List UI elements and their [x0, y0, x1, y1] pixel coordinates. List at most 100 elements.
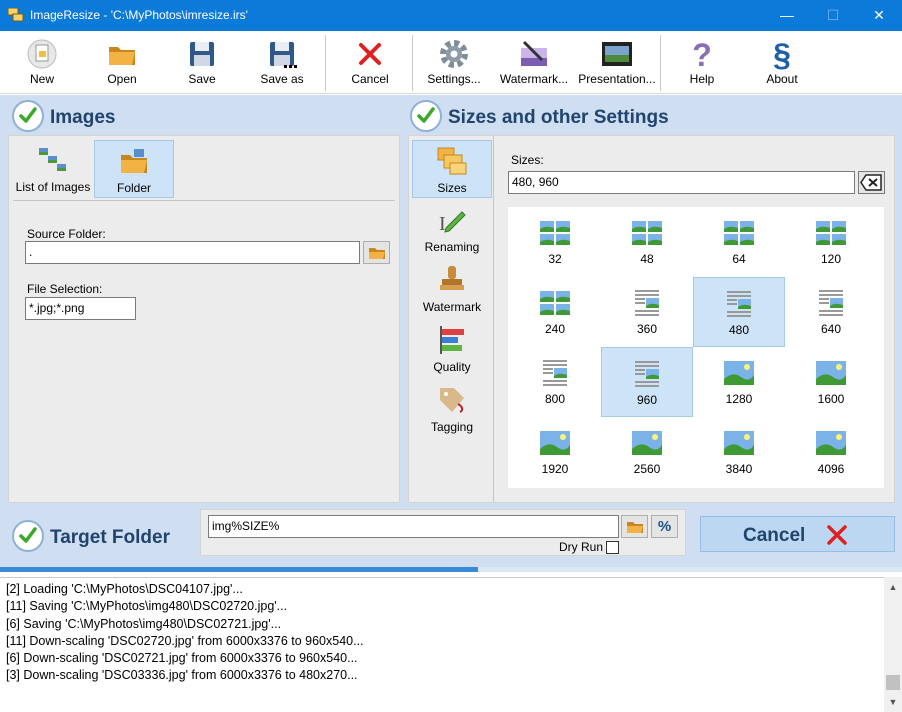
landscape-photo-icon	[815, 429, 847, 457]
open-button[interactable]: Open	[82, 31, 162, 93]
size-option-3840[interactable]: 3840	[693, 417, 785, 487]
size-option-32[interactable]: 32	[509, 207, 601, 277]
size-option-1920[interactable]: 1920	[509, 417, 601, 487]
image-grid-icon	[723, 219, 755, 247]
maximize-button[interactable]: ☐	[810, 0, 856, 31]
size-option-640[interactable]: 640	[785, 277, 877, 347]
about-button[interactable]: § About	[742, 31, 822, 93]
gear-icon	[438, 38, 470, 70]
size-option-label: 1280	[725, 392, 753, 406]
file-selection-label: File Selection:	[27, 282, 103, 296]
sizes-grid: 32 48 64 120 240 360 480 640 800 960 1280 1600 1920 2…	[508, 207, 884, 488]
close-button[interactable]: ✕	[856, 0, 902, 31]
document-image-icon	[631, 360, 663, 388]
svg-text:?: ?	[692, 38, 712, 70]
settings-button[interactable]: Settings...	[414, 31, 494, 93]
window-title: ImageResize - 'C:\MyPhotos\imresize.irs'	[30, 8, 248, 22]
minimize-button[interactable]: —	[764, 0, 810, 31]
tab-tagging-label: Tagging	[430, 420, 474, 434]
cancel-run-label: Cancel	[743, 525, 806, 546]
size-option-label: 2560	[633, 462, 661, 476]
cancel-toolbar-label: Cancel	[351, 72, 389, 86]
svg-text:§: §	[773, 38, 791, 70]
landscape-photo-icon	[723, 359, 755, 387]
dry-run-checkbox[interactable]	[606, 541, 619, 554]
toolbar-separator	[325, 35, 326, 91]
folder-images-icon	[118, 147, 150, 177]
save-as-button[interactable]: Save as	[242, 31, 322, 93]
size-option-240[interactable]: 240	[509, 277, 601, 347]
tab-list-of-images[interactable]: List of Images	[13, 140, 93, 198]
scroll-up-arrow-icon[interactable]: ▲	[884, 579, 902, 595]
browse-folder-button[interactable]	[363, 241, 390, 264]
cancel-toolbar-button[interactable]: Cancel	[330, 31, 410, 93]
toolbar-separator	[412, 35, 413, 91]
floppy-disk-icon	[186, 38, 218, 70]
save-button[interactable]: Save	[162, 31, 242, 93]
browse-target-button[interactable]	[621, 515, 648, 538]
size-option-800[interactable]: 800	[509, 347, 601, 417]
log-line: [11] Down-scaling 'DSC02720.jpg' from 60…	[6, 633, 364, 648]
tab-watermark[interactable]: Watermark	[412, 260, 492, 318]
target-folder-input[interactable]: img%SIZE%	[208, 515, 619, 538]
size-option-64[interactable]: 64	[693, 207, 785, 277]
size-option-label: 120	[820, 252, 842, 266]
cancel-run-button[interactable]: Cancel	[700, 516, 895, 552]
size-option-label: 1600	[817, 392, 845, 406]
log-output[interactable]: [2] Loading 'C:\MyPhotos\DSC04107.jpg'..…	[0, 577, 884, 712]
watermark-toolbar-button[interactable]: Watermark...	[494, 31, 574, 93]
size-option-label: 960	[636, 393, 658, 407]
size-option-4096[interactable]: 4096	[785, 417, 877, 487]
size-option-48[interactable]: 48	[601, 207, 693, 277]
size-option-label: 32	[548, 252, 562, 266]
size-option-label: 4096	[817, 462, 845, 476]
tab-folder[interactable]: Folder	[94, 140, 174, 198]
image-grid-icon	[815, 219, 847, 247]
size-option-2560[interactable]: 2560	[601, 417, 693, 487]
file-selection-input[interactable]: *.jpg;*.png	[25, 297, 136, 320]
landscape-photo-icon	[815, 359, 847, 387]
log-scrollbar[interactable]: ▲ ▼	[884, 577, 902, 712]
size-option-360[interactable]: 360	[601, 277, 693, 347]
tab-renaming[interactable]: I Renaming	[412, 200, 492, 258]
target-folder-box: img%SIZE% % Dry Run	[200, 509, 686, 556]
save-as-label: Save as	[260, 72, 304, 86]
section-sign-icon: §	[766, 37, 798, 73]
size-option-1280[interactable]: 1280	[693, 347, 785, 417]
sizes-input[interactable]: 480, 960	[508, 171, 855, 194]
tab-sizes[interactable]: Sizes	[412, 140, 492, 198]
size-option-960[interactable]: 960	[601, 347, 693, 417]
size-option-label: 48	[640, 252, 654, 266]
presentation-button[interactable]: Presentation...	[576, 31, 658, 93]
insert-variable-button[interactable]: %	[651, 515, 678, 538]
main-area: Images List of Images Folder Source Fold…	[0, 95, 902, 567]
size-option-label: 640	[820, 322, 842, 336]
source-folder-input[interactable]: .	[25, 241, 360, 264]
size-option-480[interactable]: 480	[693, 277, 785, 347]
help-button[interactable]: ? Help	[662, 31, 742, 93]
clear-sizes-button[interactable]	[858, 171, 885, 194]
size-option-label: 3840	[725, 462, 753, 476]
progress-bar	[0, 567, 902, 572]
tab-folder-label: Folder	[116, 181, 151, 195]
help-label: Help	[689, 72, 715, 86]
source-folder-label: Source Folder:	[27, 227, 106, 241]
tab-quality[interactable]: Quality	[412, 320, 492, 378]
log-line: [11] Saving 'C:\MyPhotos\img480\DSC02720…	[6, 599, 288, 614]
settings-panel: Sizes I Renaming Watermark Quality Taggi…	[408, 135, 895, 503]
size-option-label: 480	[728, 323, 750, 337]
quality-bars-icon	[436, 324, 468, 356]
images-section-header: Images	[12, 97, 392, 137]
image-list-icon	[37, 146, 69, 176]
tab-tagging[interactable]: Tagging	[412, 380, 492, 438]
document-image-icon	[539, 359, 571, 387]
size-option-120[interactable]: 120	[785, 207, 877, 277]
scroll-down-arrow-icon[interactable]: ▼	[884, 694, 902, 710]
landscape-photo-icon	[723, 429, 755, 457]
scroll-thumb[interactable]	[886, 675, 900, 690]
images-heading: Images	[50, 107, 116, 128]
target-section-header: Target Folder	[12, 517, 197, 557]
size-option-1600[interactable]: 1600	[785, 347, 877, 417]
new-button[interactable]: New	[2, 31, 82, 93]
landscape-photo-icon	[631, 429, 663, 457]
